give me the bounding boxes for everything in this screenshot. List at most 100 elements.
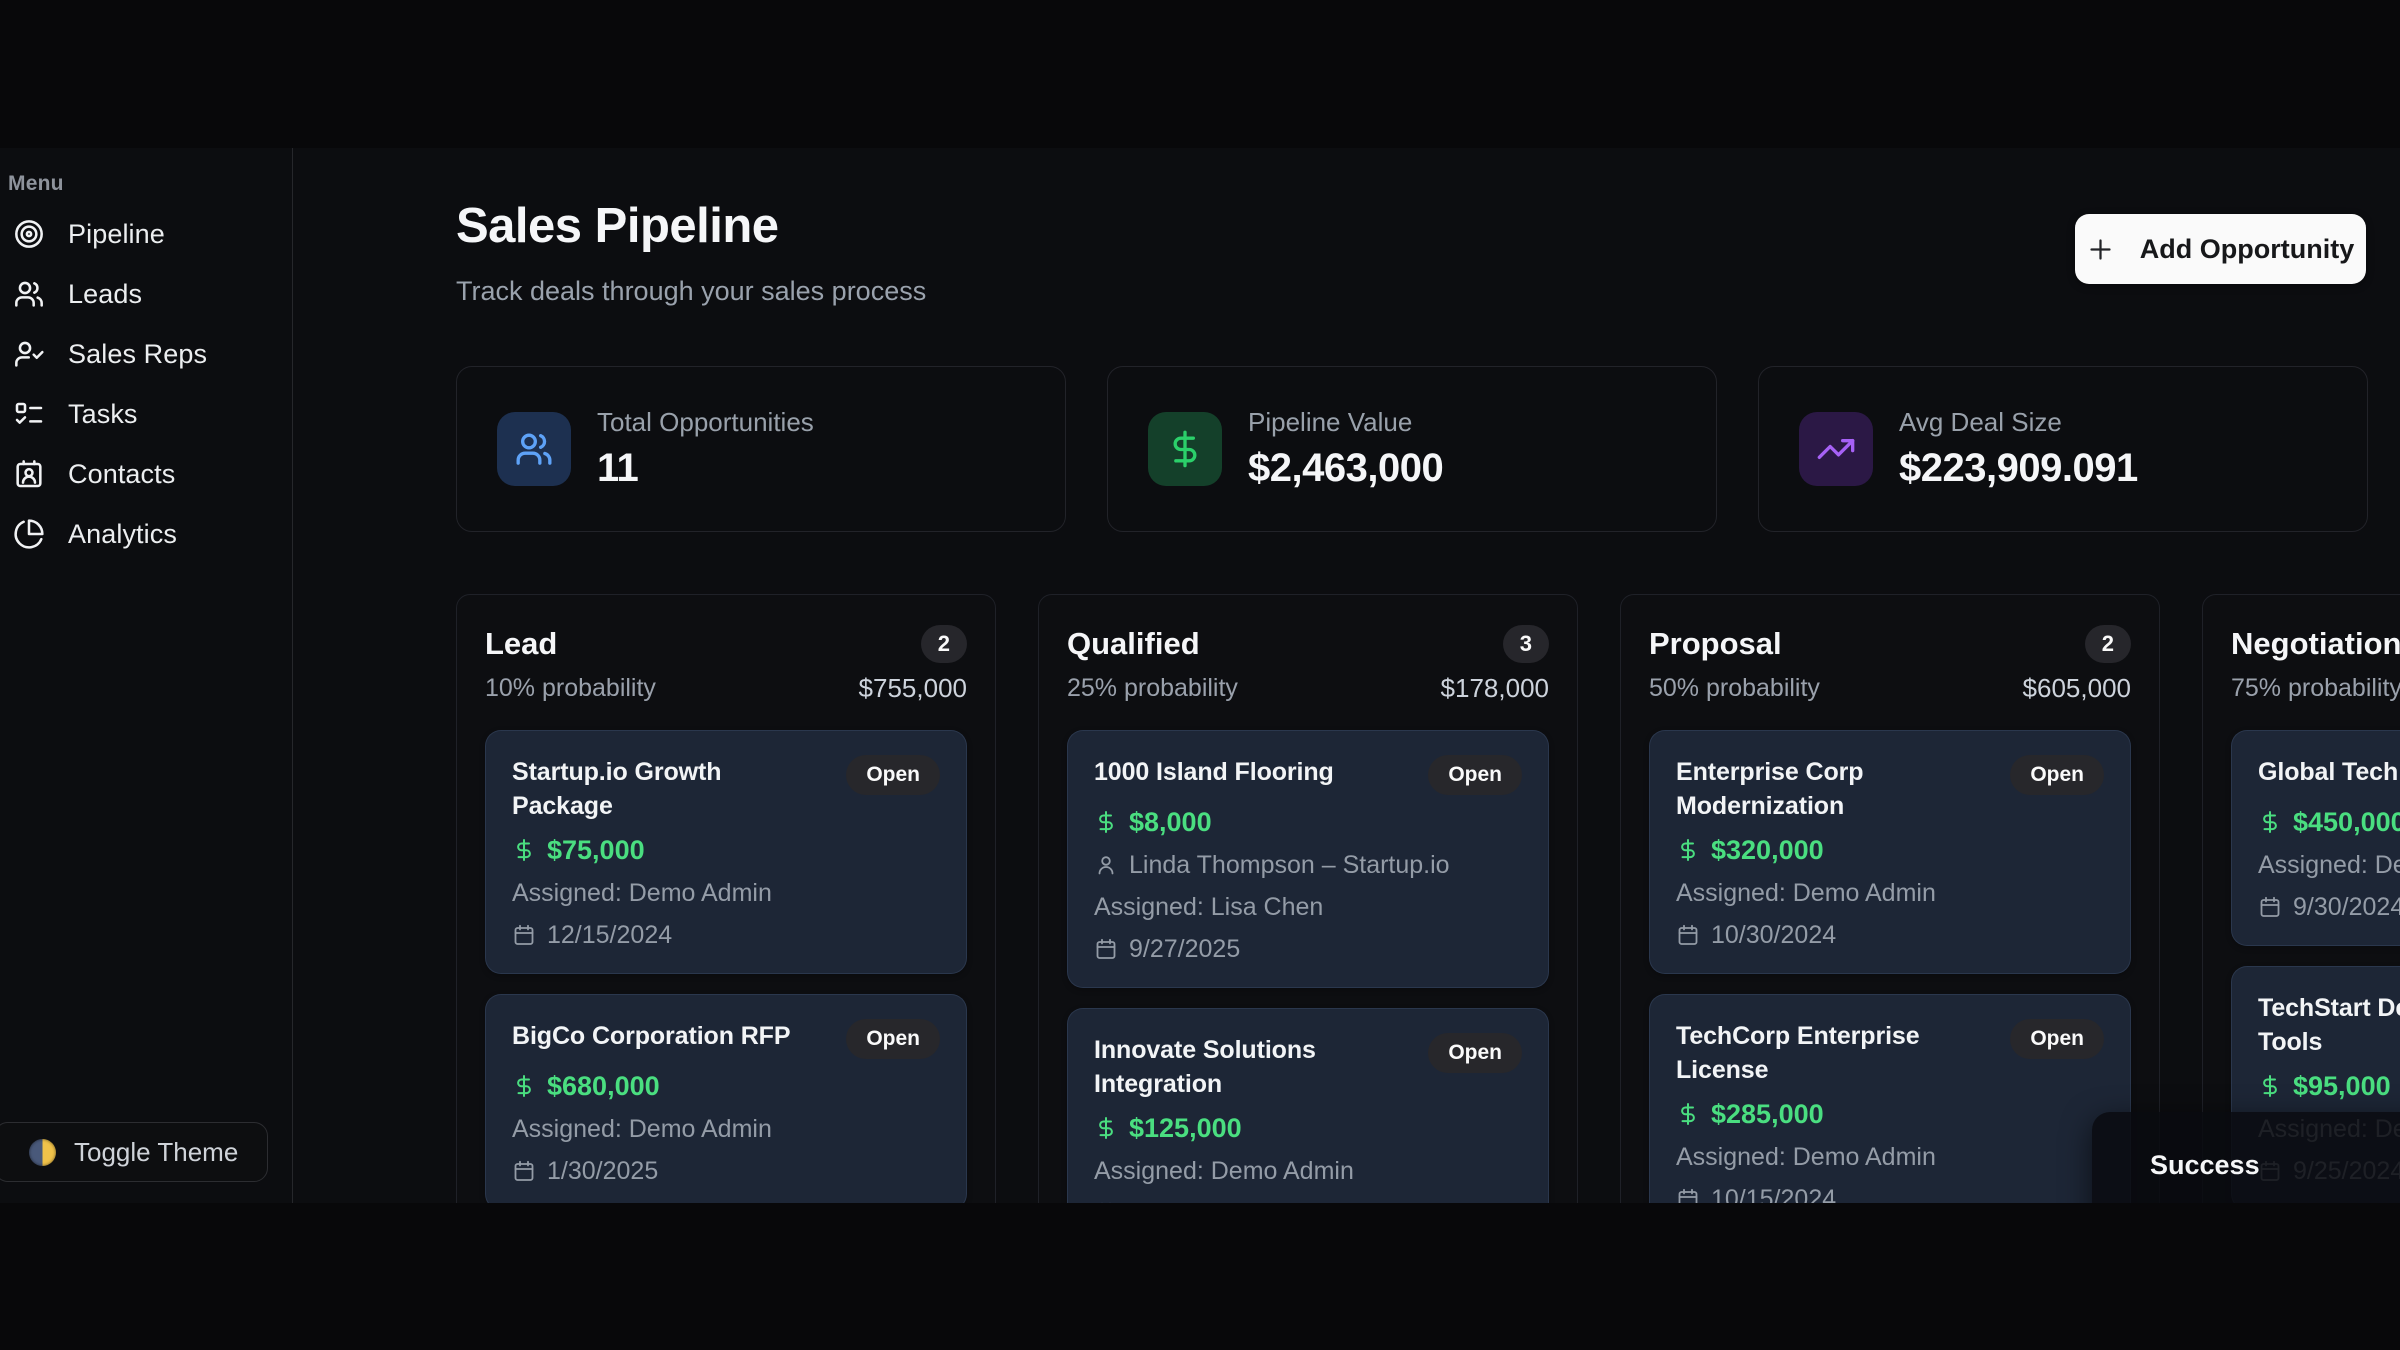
dollar-sign-icon — [512, 1074, 536, 1098]
stat-value: $223,909.091 — [1899, 446, 2138, 491]
deal-title: Innovate Solutions Integration — [1094, 1033, 1394, 1101]
stats-row: Total Opportunities 11 Pipeline Value $2… — [456, 366, 2368, 532]
half-moon-icon — [29, 1139, 56, 1166]
pie-chart-icon — [12, 517, 46, 551]
sidebar-item-leads[interactable]: Leads — [0, 264, 292, 324]
column-probability: 25% probability — [1067, 674, 1238, 703]
stat-value: $2,463,000 — [1248, 446, 1443, 491]
status-badge: Open — [2010, 1019, 2104, 1059]
stat-label: Avg Deal Size — [1899, 407, 2138, 438]
status-badge: Open — [846, 1019, 940, 1059]
column-title: Proposal — [1649, 626, 1782, 662]
deal-card[interactable]: Innovate Solutions Integration Open $125… — [1067, 1008, 1549, 1203]
deal-title: Enterprise Corp Modernization — [1676, 755, 1976, 823]
column-title: Lead — [485, 626, 557, 662]
sidebar-item-label: Pipeline — [68, 219, 165, 250]
deal-title: Startup.io Growth Package — [512, 755, 812, 823]
page-title: Sales Pipeline — [456, 198, 779, 254]
deal-assigned: Assigned: Lisa Chen — [1094, 893, 1323, 922]
sidebar-menu-label: Menu — [8, 172, 64, 196]
column-count-badge: 3 — [1503, 625, 1549, 663]
deal-date: 10/15/2024 — [1711, 1185, 1836, 1204]
column-probability: 50% probability — [1649, 674, 1820, 703]
users-icon — [497, 412, 571, 486]
sidebar-item-contacts[interactable]: Contacts — [0, 444, 292, 504]
deal-date: 12/15/2024 — [547, 921, 672, 950]
column-total: $755,000 — [859, 673, 967, 704]
deal-card[interactable]: Startup.io Growth Package Open $75,000 A… — [485, 730, 967, 974]
stat-label: Total Opportunities — [597, 407, 814, 438]
user-check-icon — [12, 337, 46, 371]
deal-date: 10/30/2024 — [1711, 921, 1836, 950]
sidebar-item-label: Tasks — [68, 399, 138, 430]
dollar-sign-icon — [1676, 1102, 1700, 1126]
calendar-icon — [1676, 1187, 1700, 1203]
deal-date: 11/1/2024 — [1129, 1199, 1238, 1204]
stat-card-pipeline-value: Pipeline Value $2,463,000 — [1107, 366, 1717, 532]
dollar-sign-icon — [1676, 838, 1700, 862]
success-toast: Success — [2092, 1112, 2400, 1203]
dollar-sign-icon — [1094, 810, 1118, 834]
app-window: Menu Pipeline Leads Sales Reps Tasks Con… — [0, 148, 2400, 1203]
column-proposal: Proposal 2 50% probability $605,000 Ente… — [1620, 594, 2160, 1203]
trending-up-icon — [1799, 412, 1873, 486]
deal-card[interactable]: Enterprise Corp Modernization Open $320,… — [1649, 730, 2131, 974]
sidebar-item-label: Sales Reps — [68, 339, 207, 370]
stat-label: Pipeline Value — [1248, 407, 1443, 438]
column-title: Negotiation — [2231, 626, 2400, 662]
toggle-theme-label: Toggle Theme — [74, 1137, 238, 1168]
add-opportunity-label: Add Opportunity — [2140, 234, 2354, 265]
deal-card[interactable]: BigCo Corporation RFP Open $680,000 Assi… — [485, 994, 967, 1203]
contact-card-icon — [12, 457, 46, 491]
deal-title: BigCo Corporation RFP — [512, 1019, 790, 1053]
user-icon — [1094, 853, 1118, 877]
deal-assigned: Assigned: Demo Admin — [1094, 1157, 1354, 1186]
deal-assigned: Assigned: Demo Admin — [1676, 879, 1936, 908]
deal-assigned: Assigned: Demo Admin — [512, 1115, 772, 1144]
sidebar: Menu Pipeline Leads Sales Reps Tasks Con… — [0, 148, 293, 1203]
column-probability: 75% probability — [2231, 674, 2400, 703]
column-lead: Lead 2 10% probability $755,000 Startup.… — [456, 594, 996, 1203]
plus-icon — [2087, 236, 2114, 263]
sidebar-nav: Pipeline Leads Sales Reps Tasks Contacts… — [0, 204, 292, 564]
sidebar-item-tasks[interactable]: Tasks — [0, 384, 292, 444]
deal-title: Global Tech Solutions — [2258, 755, 2400, 789]
dollar-sign-icon — [2258, 810, 2282, 834]
column-total: $178,000 — [1441, 673, 1549, 704]
deal-card[interactable]: 1000 Island Flooring Open $8,000 Linda T… — [1067, 730, 1549, 988]
calendar-icon — [1676, 923, 1700, 947]
sidebar-item-analytics[interactable]: Analytics — [0, 504, 292, 564]
column-total: $605,000 — [2023, 673, 2131, 704]
column-count-badge: 2 — [2085, 625, 2131, 663]
deal-title: TechCorp Enterprise License — [1676, 1019, 1976, 1087]
toggle-theme-button[interactable]: Toggle Theme — [0, 1122, 268, 1182]
deal-amount: $285,000 — [1711, 1099, 1824, 1130]
sidebar-item-pipeline[interactable]: Pipeline — [0, 204, 292, 264]
deal-assigned: Assigned: Demo Admin — [512, 879, 772, 908]
toast-title: Success — [2150, 1150, 2400, 1181]
page-subtitle: Track deals through your sales process — [456, 276, 926, 307]
dollar-sign-icon — [2258, 1074, 2282, 1098]
deal-contact: Linda Thompson – Startup.io — [1129, 851, 1450, 880]
deal-card[interactable]: TechCorp Enterprise License Open $285,00… — [1649, 994, 2131, 1203]
add-opportunity-button[interactable]: Add Opportunity — [2075, 214, 2366, 284]
deal-date: 1/30/2025 — [547, 1157, 658, 1186]
calendar-icon — [512, 1159, 536, 1183]
column-title: Qualified — [1067, 626, 1200, 662]
sidebar-item-label: Leads — [68, 279, 142, 310]
deal-amount: $680,000 — [547, 1071, 660, 1102]
status-badge: Open — [1428, 1033, 1522, 1073]
column-probability: 10% probability — [485, 674, 656, 703]
sidebar-item-label: Contacts — [68, 459, 175, 490]
calendar-icon — [512, 923, 536, 947]
sidebar-item-label: Analytics — [68, 519, 177, 550]
dollar-sign-icon — [512, 838, 536, 862]
stat-card-avg-deal-size: Avg Deal Size $223,909.091 — [1758, 366, 2368, 532]
sidebar-item-sales-reps[interactable]: Sales Reps — [0, 324, 292, 384]
dollar-sign-icon — [1094, 1116, 1118, 1140]
calendar-icon — [2258, 895, 2282, 919]
dollar-sign-icon — [1148, 412, 1222, 486]
deal-card[interactable]: Global Tech Solutions Open $450,000 Assi… — [2231, 730, 2400, 946]
column-count-badge: 2 — [921, 625, 967, 663]
deal-amount: $320,000 — [1711, 835, 1824, 866]
